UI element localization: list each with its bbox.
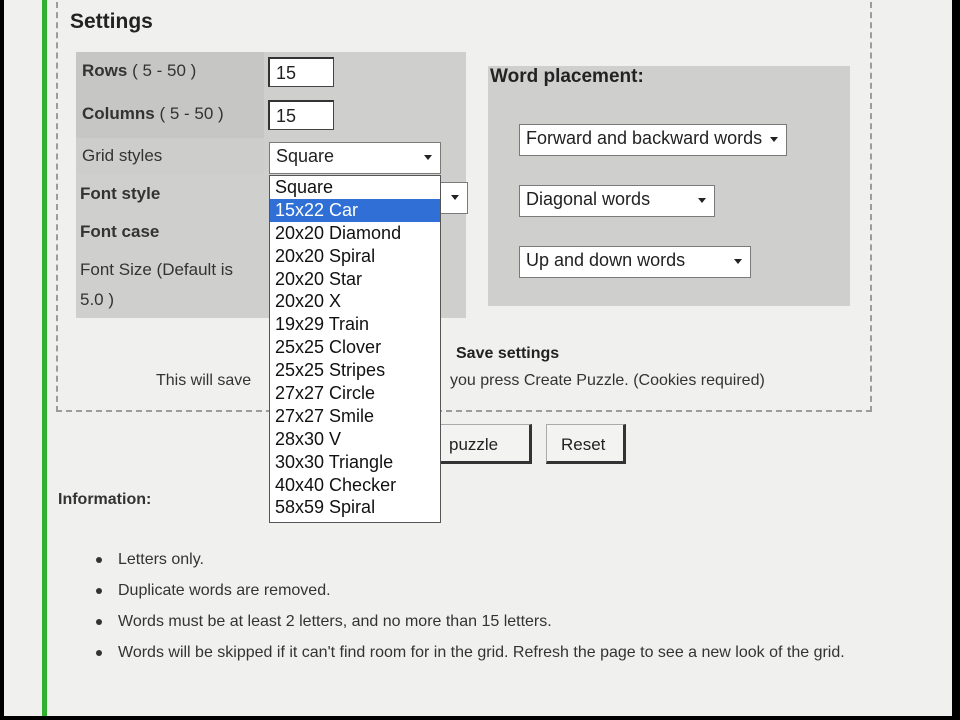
list-item: Words must be at least 2 letters, and no… (96, 610, 896, 634)
chevron-down-icon (698, 198, 706, 203)
columns-input[interactable]: 15 (268, 100, 334, 130)
diagonal-select[interactable]: Diagonal words (519, 185, 715, 217)
grid-styles-select[interactable]: Square (269, 142, 441, 174)
grid-styles-value: Square (276, 146, 335, 166)
dropdown-option[interactable]: 19x29 Train (270, 313, 440, 336)
create-puzzle-button[interactable]: puzzle (434, 424, 532, 464)
dropdown-option[interactable]: 25x25 Stripes (270, 359, 440, 382)
reset-button[interactable]: Reset (546, 424, 626, 464)
up-down-select[interactable]: Up and down words (519, 246, 751, 278)
save-note-left: This will save (156, 372, 252, 389)
settings-title: Settings (70, 10, 153, 33)
list-item: Letters only. (96, 548, 896, 572)
up-down-value: Up and down words (526, 250, 686, 270)
information-title: Information: (58, 491, 152, 508)
dropdown-option[interactable]: 25x25 Clover (270, 336, 440, 359)
chevron-down-icon (424, 155, 432, 160)
dropdown-option[interactable]: Square (270, 176, 440, 199)
rows-label: Rows ( 5 - 50 ) (82, 61, 197, 80)
font-size-label-line2: 5.0 ) (80, 290, 115, 309)
chevron-down-icon (770, 137, 778, 142)
chevron-down-icon (451, 195, 459, 200)
grid-styles-dropdown-list[interactable]: Square 15x22 Car 20x20 Diamond 20x20 Spiral… (269, 175, 441, 523)
font-style-select[interactable] (440, 182, 468, 214)
font-case-label: Font case (80, 222, 160, 241)
chevron-down-icon (734, 259, 742, 264)
dropdown-option[interactable]: 15x22 Car (270, 198, 440, 222)
dropdown-option[interactable]: 20x20 Star (270, 268, 440, 291)
font-size-label-line1: Font Size (Default is (80, 260, 234, 279)
save-note-right: you press Create Puzzle. (Cookies requir… (450, 372, 765, 389)
dropdown-option[interactable]: 27x27 Smile (270, 405, 440, 428)
dropdown-option[interactable]: 40x40 Checker (270, 474, 440, 497)
dropdown-option[interactable]: 58x59 Spiral (270, 496, 440, 519)
list-item: Words will be skipped if it can't find r… (96, 641, 888, 665)
dropdown-option[interactable]: 20x20 X (270, 290, 440, 313)
font-style-label: Font style (80, 184, 161, 203)
columns-label: Columns ( 5 - 50 ) (82, 104, 224, 123)
diagonal-value: Diagonal words (526, 189, 651, 209)
dropdown-option[interactable]: 30x30 Triangle (270, 451, 440, 474)
green-sidebar-bar (42, 0, 47, 716)
grid-styles-label: Grid styles (82, 146, 163, 165)
information-list: Letters only. Duplicate words are remove… (96, 548, 896, 672)
dropdown-option[interactable]: 20x20 Spiral (270, 245, 440, 268)
forward-backward-select[interactable]: Forward and backward words (519, 124, 787, 156)
save-settings-label: Save settings (456, 345, 560, 362)
dropdown-option[interactable]: 28x30 V (270, 428, 440, 451)
rows-input[interactable]: 15 (268, 57, 334, 87)
forward-backward-value: Forward and backward words (526, 128, 763, 148)
list-item: Duplicate words are removed. (96, 579, 896, 603)
dropdown-option[interactable]: 27x27 Circle (270, 382, 440, 405)
dropdown-option[interactable]: 20x20 Diamond (270, 222, 440, 245)
screen: Settings Rows ( 5 - 50 ) 15 Columns ( 5 … (4, 0, 952, 716)
word-placement-title: Word placement: (490, 66, 644, 87)
